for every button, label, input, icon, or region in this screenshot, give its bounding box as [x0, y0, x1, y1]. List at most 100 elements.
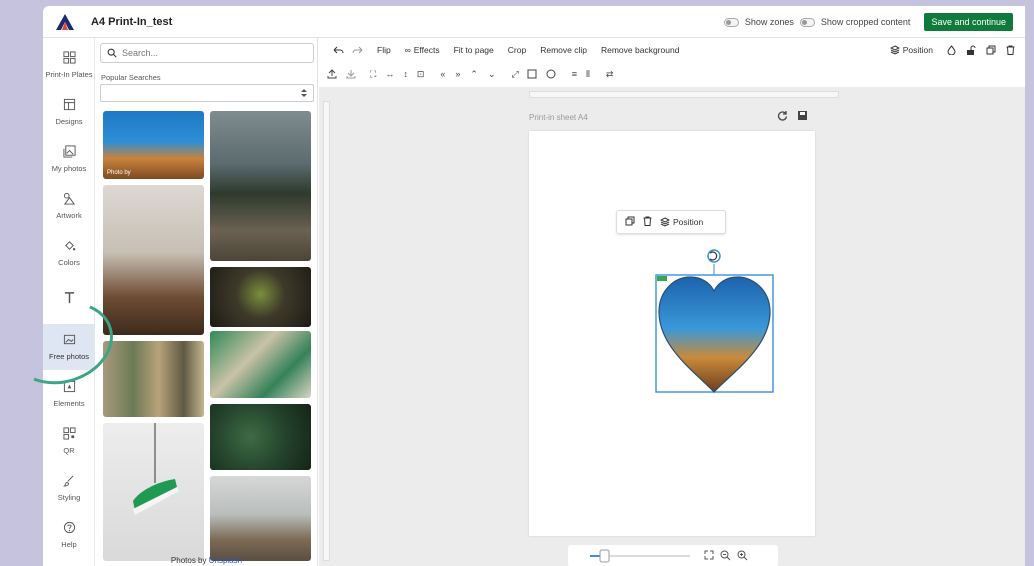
heart-photo-selection[interactable]	[655, 247, 777, 397]
lock-button[interactable]	[966, 45, 976, 55]
unlock-icon	[967, 45, 976, 55]
app-window: A4 Print-In_test Show zones Show cropped…	[43, 6, 1025, 566]
swap-button[interactable]: ⇄	[606, 69, 614, 80]
align-vertical-button[interactable]: ≡	[572, 69, 577, 79]
layout-icon	[63, 98, 75, 111]
effects-button[interactable]: ∞ Effects	[405, 45, 440, 55]
redo-icon	[352, 46, 363, 53]
search-icon	[107, 48, 117, 58]
rail-label: Artwork	[56, 211, 82, 220]
circle-icon	[546, 69, 556, 79]
shapes-icon	[63, 192, 75, 205]
horizontal-ruler	[529, 91, 839, 98]
photo-thumb-village-fog[interactable]	[210, 476, 311, 561]
toolbar-secondary: ⛶ ↔ ↕ ⊡ « » ⌃ ⌄ ⤢ ≡ ⦀ ⇄	[319, 63, 1025, 85]
duplicate-icon	[986, 45, 996, 55]
photo-thumb-pine[interactable]	[210, 404, 311, 470]
opacity-button[interactable]	[947, 45, 956, 55]
photo-thumb-reef[interactable]: Photo by	[103, 111, 204, 179]
stretch-horizontal-button[interactable]: ↔	[385, 69, 394, 79]
remove-clip-button[interactable]: Remove clip	[540, 45, 587, 55]
trash-icon[interactable]	[643, 216, 652, 228]
rail-item-qr[interactable]: QR	[43, 418, 95, 464]
download-button[interactable]	[346, 69, 356, 79]
rail-label: Help	[61, 540, 77, 549]
move-up-button[interactable]: ⌃	[470, 69, 478, 80]
unsplash-credit: Photos by Unsplash	[95, 556, 318, 565]
layers-icon	[889, 45, 900, 55]
chevron-updown-icon	[301, 89, 307, 97]
swap-icon: ⇄	[605, 68, 614, 79]
fit-to-page-button[interactable]: Fit to page	[454, 45, 494, 55]
undo-button[interactable]	[333, 46, 344, 55]
rail-label: Styling	[57, 493, 81, 502]
rail-item-styling[interactable]: Styling	[43, 465, 95, 511]
photo-thumb-living-room[interactable]	[103, 185, 204, 335]
photo-thumb-sneaker[interactable]	[103, 423, 204, 561]
delete-button[interactable]	[1006, 45, 1015, 55]
rail-item-my-photos[interactable]: My photos	[43, 136, 95, 182]
fit-zoom-icon[interactable]	[704, 550, 714, 562]
heart-clipped-photo[interactable]	[658, 276, 771, 393]
search-input[interactable]: Search...	[100, 43, 314, 63]
float-position-button[interactable]: Position	[660, 217, 703, 227]
send-to-back-button[interactable]: «	[440, 69, 445, 79]
float-position-label: Position	[673, 217, 704, 227]
flip-button[interactable]: Flip	[377, 45, 391, 55]
move-down-button[interactable]: ⌄	[488, 69, 496, 80]
rail-item-artwork[interactable]: Artwork	[43, 183, 95, 229]
show-zones-label: Show zones	[744, 17, 794, 27]
remove-background-button[interactable]: Remove background	[601, 45, 679, 55]
position-button[interactable]: Position	[889, 45, 933, 55]
circle-shape-button[interactable]	[546, 69, 556, 79]
crop-button[interactable]: Crop	[508, 45, 526, 55]
unsplash-link[interactable]: Unsplash	[209, 556, 242, 565]
photo-thumb-painting[interactable]	[103, 341, 204, 417]
popular-searches-select[interactable]	[100, 84, 314, 102]
expand-button[interactable]: ⤢	[511, 69, 518, 80]
paint-bucket-icon	[64, 241, 75, 251]
double-chevron-down-icon: ⌄	[487, 68, 496, 79]
refresh-icon[interactable]	[777, 110, 788, 123]
zoom-bar	[568, 545, 778, 566]
zoom-in-icon[interactable]	[737, 550, 748, 563]
floating-toolbar: Position	[616, 210, 726, 234]
rail-label: QR	[63, 446, 75, 455]
photo-thumb-mountain-village[interactable]	[210, 111, 311, 261]
rail-item-help[interactable]: Help	[43, 512, 95, 558]
save-sheet-icon[interactable]	[797, 110, 808, 123]
upload-button[interactable]	[327, 69, 337, 79]
rail-label: My photos	[51, 164, 87, 173]
center-button[interactable]: ⊡	[417, 69, 425, 80]
photo-thumb-market[interactable]	[210, 331, 311, 398]
rectangle-shape-button[interactable]	[527, 69, 537, 79]
help-icon	[63, 521, 75, 534]
zoom-out-icon[interactable]	[720, 550, 731, 563]
redo-button[interactable]	[352, 46, 363, 55]
double-chevron-left-icon: «	[440, 69, 446, 79]
show-cropped-toggle[interactable]	[799, 17, 815, 27]
zoom-slider[interactable]	[590, 549, 690, 563]
duplicate-icon[interactable]	[625, 216, 635, 228]
stretch-vertical-button[interactable]: ↕	[403, 69, 408, 79]
rail-item-designs[interactable]: Designs	[43, 89, 95, 135]
rail-label: Colors	[58, 258, 80, 267]
show-zones-toggle[interactable]	[723, 17, 739, 27]
rail-item-colors[interactable]: Colors	[43, 230, 95, 276]
photo-thumb-plant[interactable]	[210, 267, 311, 327]
layers-icon	[660, 217, 670, 227]
undo-icon	[333, 46, 344, 53]
logo-icon	[54, 11, 76, 33]
center-icon: ⊡	[416, 68, 425, 79]
arrows-horizontal-icon: ↔	[385, 69, 395, 79]
expand-icon: ⤢	[511, 68, 519, 79]
effects-label: Effects	[413, 45, 440, 55]
bring-to-front-button[interactable]: »	[455, 69, 460, 79]
drop-icon	[947, 45, 956, 55]
fit-size-button[interactable]: ⛶	[370, 69, 376, 80]
rail-item-print-in-plates[interactable]: Print-In Plates	[43, 42, 95, 88]
distribute-button[interactable]: ⦀	[586, 69, 590, 80]
canvas-workspace[interactable]: Print-in sheet A4 Position	[319, 87, 1025, 566]
save-button[interactable]: Save and continue	[924, 13, 1013, 31]
duplicate-button[interactable]	[986, 45, 996, 55]
